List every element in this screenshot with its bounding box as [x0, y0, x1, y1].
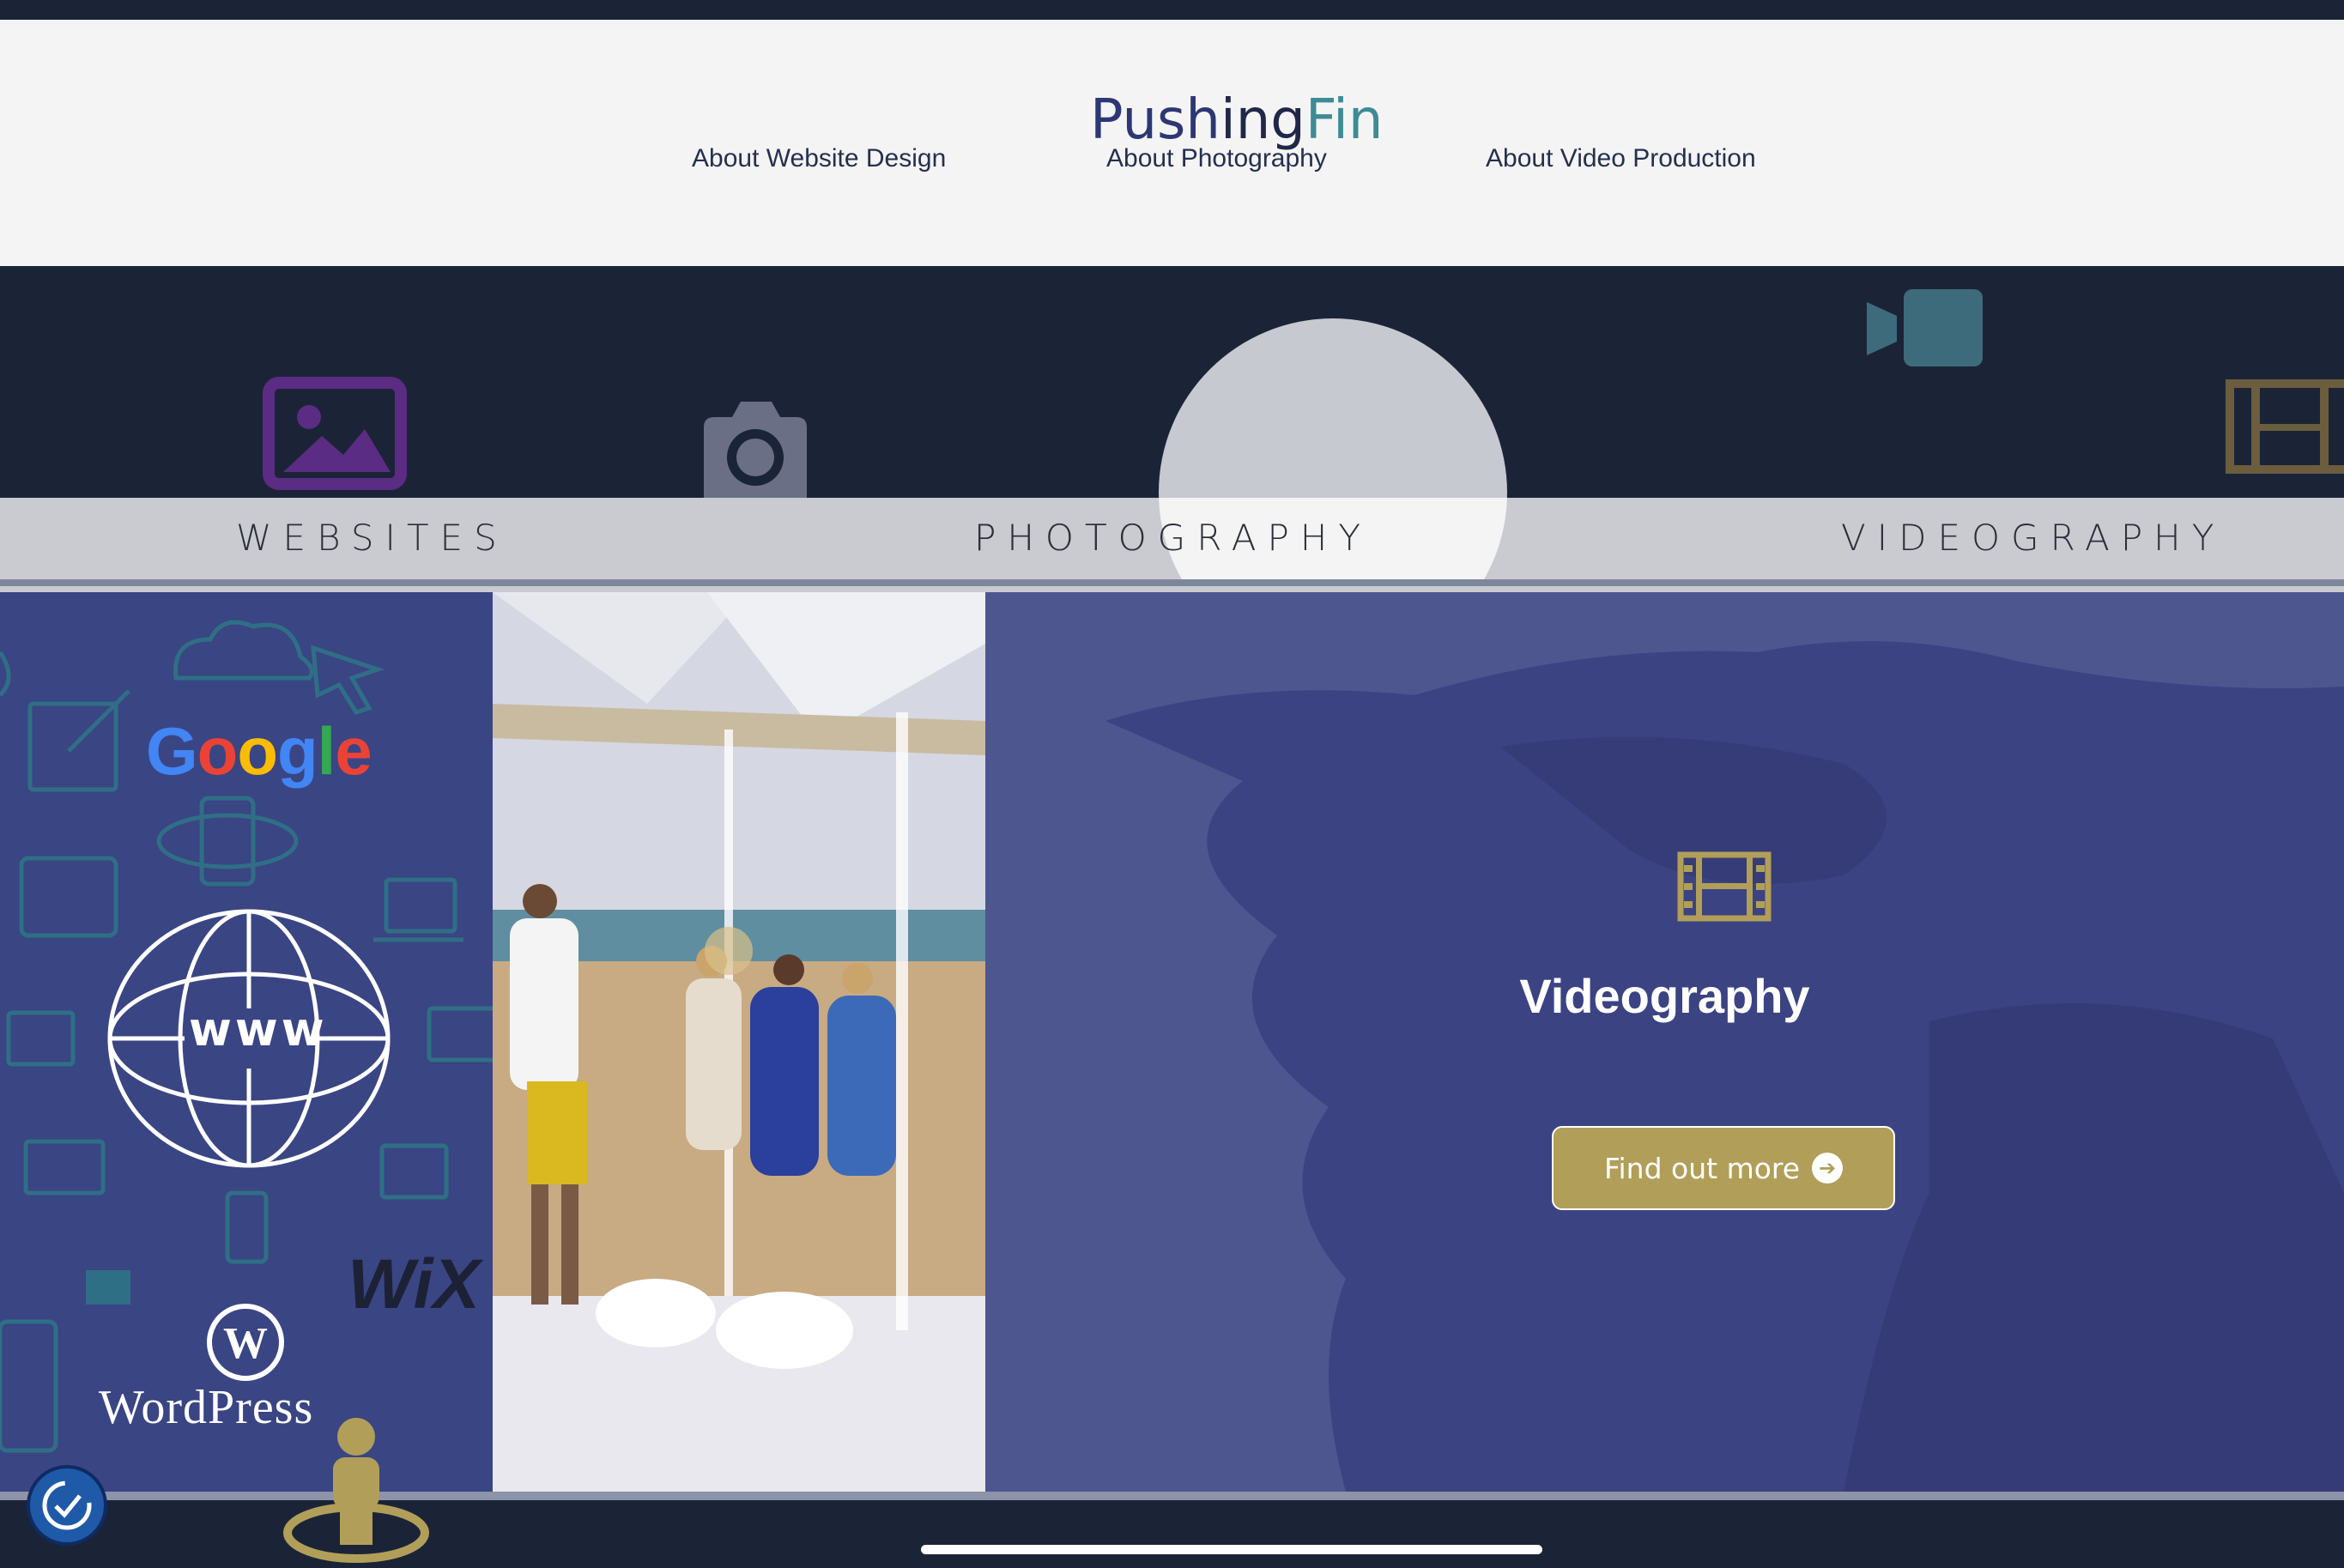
nav-link-website-design[interactable]: About Website Design	[692, 144, 946, 173]
nav-link-video-production[interactable]: About Video Production	[1486, 144, 1756, 173]
videography-title: Videography	[1519, 969, 1810, 1023]
arrow-right-icon: ➔	[1812, 1153, 1844, 1184]
camera-icon	[704, 402, 807, 498]
video-camera-icon	[1867, 289, 1983, 366]
websites-panel[interactable]: Google www WiX W WordPress	[0, 592, 493, 1492]
photography-panel[interactable]	[493, 592, 985, 1492]
film-icon	[2226, 379, 2344, 474]
beach-photo	[493, 592, 985, 1492]
find-out-more-button[interactable]: Find out more ➔	[1552, 1126, 1895, 1210]
film-icon	[1677, 851, 1772, 922]
tab-underline	[0, 579, 2344, 586]
home-indicator	[921, 1545, 1542, 1554]
accessibility-button[interactable]	[27, 1465, 107, 1546]
top-strip	[0, 0, 2344, 20]
google-logo: Google	[146, 713, 372, 789]
tab-videography[interactable]: VIDEOGRAPHY	[1841, 517, 2225, 559]
wordpress-icon: W	[207, 1304, 284, 1381]
tab-photography-overlay[interactable]: PHOTOGRAPHY	[974, 517, 1372, 559]
accessibility-icon	[42, 1480, 92, 1530]
brand-logo[interactable]: PushingFin	[1090, 88, 1383, 152]
tab-websites[interactable]: WEBSITES	[236, 517, 508, 559]
wix-logo: WiX	[348, 1245, 481, 1323]
divider	[0, 586, 2344, 592]
aerial-island-photo	[1105, 641, 2344, 1492]
image-icon	[263, 377, 407, 490]
videography-panel[interactable]: Videography Find out more ➔	[985, 592, 2344, 1492]
www-label: www	[189, 1002, 328, 1056]
person-pin-icon[interactable]	[283, 1414, 429, 1565]
wordpress-logo: WordPress	[99, 1381, 314, 1434]
find-out-more-label: Find out more	[1603, 1151, 1801, 1185]
svg-text:W: W	[223, 1319, 268, 1368]
